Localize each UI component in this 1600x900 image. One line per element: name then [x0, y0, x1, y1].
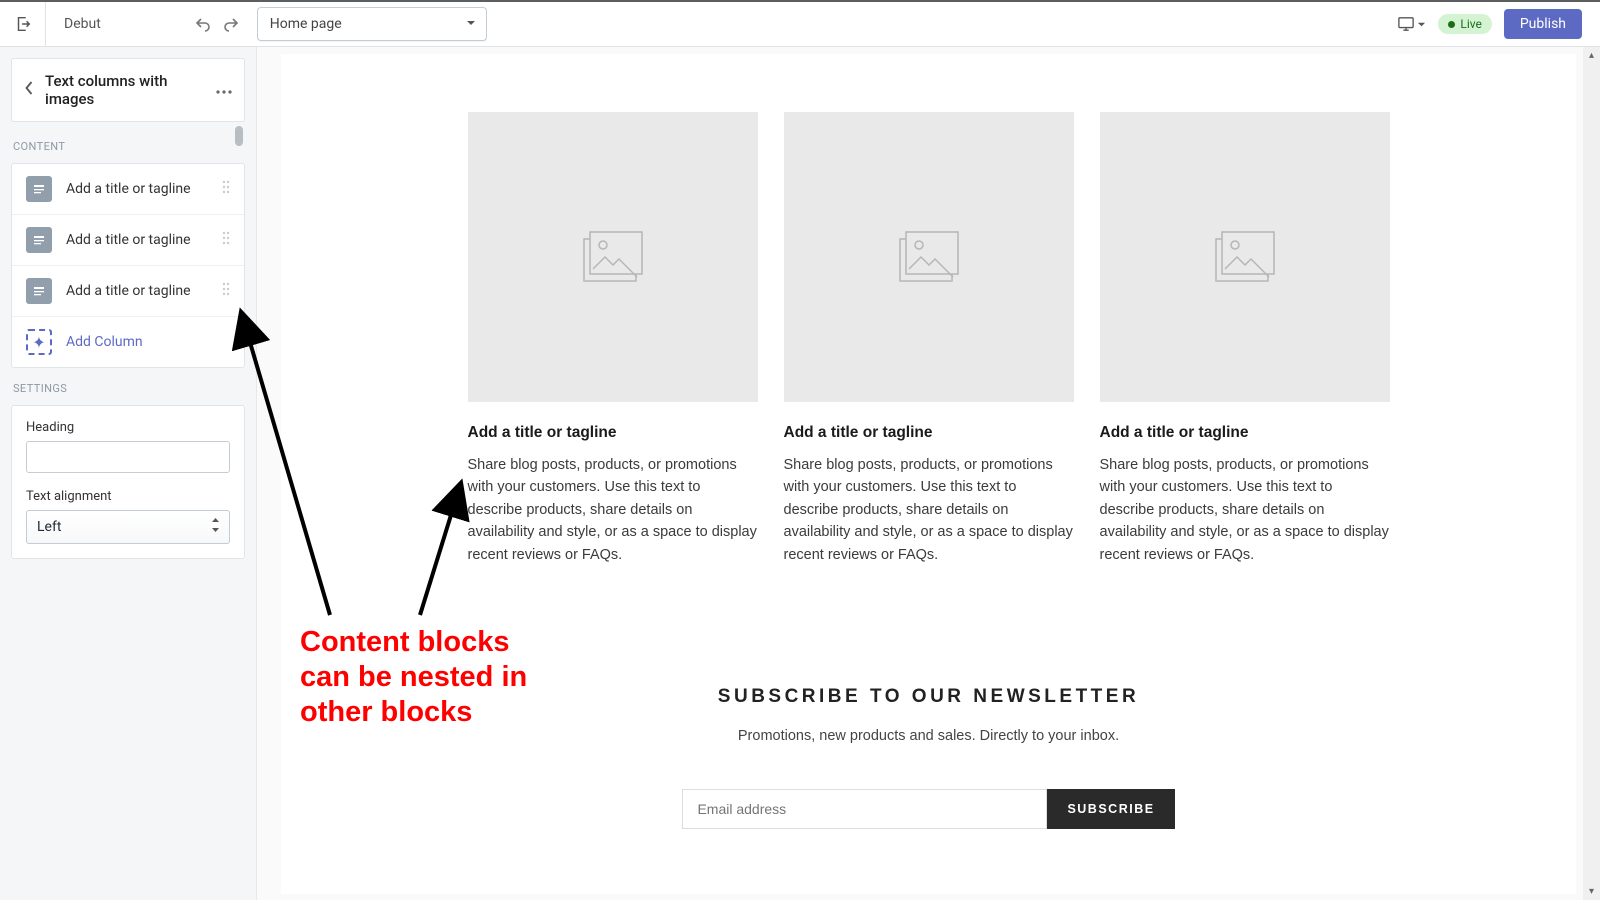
undo-button[interactable] — [189, 10, 217, 38]
column-title: Add a title or tagline — [784, 424, 1074, 442]
column-text: Share blog posts, products, or promotion… — [1100, 454, 1390, 566]
page-selector-label: Home page — [270, 16, 342, 32]
page-selector[interactable]: Home page — [257, 7, 487, 41]
drag-handle-icon[interactable] — [222, 180, 230, 198]
select-caret-icon — [211, 518, 220, 536]
scrollbar-thumb[interactable] — [235, 126, 243, 146]
content-block-label: Add a title or tagline — [66, 283, 191, 299]
add-column-button[interactable]: ✦ Add Column — [12, 317, 244, 367]
alignment-label: Text alignment — [26, 489, 230, 504]
email-field[interactable] — [682, 789, 1047, 829]
desktop-icon — [1397, 16, 1415, 32]
scroll-down-button[interactable]: ▾ — [1583, 883, 1600, 900]
content-group-label: CONTENT — [11, 126, 245, 163]
section-actions-button[interactable] — [216, 83, 232, 98]
heading-input[interactable] — [26, 441, 230, 473]
drag-handle-icon[interactable] — [222, 231, 230, 249]
section-header: Text columns with images — [11, 58, 245, 122]
exit-icon — [14, 15, 32, 33]
section-title: Text columns with images — [45, 72, 206, 108]
content-block-item[interactable]: Add a title or tagline — [12, 215, 244, 266]
redo-button[interactable] — [217, 10, 245, 38]
newsletter-form: SUBSCRIBE — [682, 789, 1174, 829]
content-block-list: Add a title or tagline Add a title or ta… — [11, 163, 245, 368]
column: Add a title or tagline Share blog posts,… — [468, 112, 758, 566]
content-block-item[interactable]: Add a title or tagline — [12, 164, 244, 215]
preview-scrollbar[interactable]: ▴ ▾ — [1583, 47, 1600, 900]
redo-icon — [221, 14, 241, 34]
content-block-label: Add a title or tagline — [66, 181, 191, 197]
image-placeholder-icon — [899, 231, 959, 283]
annotation-text: Content blocks can be nested in other bl… — [300, 625, 530, 729]
content-block-item[interactable]: Add a title or tagline — [12, 266, 244, 317]
chevron-left-icon — [24, 80, 35, 96]
sidebar-scrollbar[interactable] — [235, 126, 243, 889]
image-placeholder-icon — [583, 231, 643, 283]
text-columns-section: Add a title or tagline Share blog posts,… — [281, 54, 1576, 596]
image-placeholder-icon — [1215, 231, 1275, 283]
heading-label: Heading — [26, 420, 230, 435]
content-block-label: Add a title or tagline — [66, 232, 191, 248]
column: Add a title or tagline Share blog posts,… — [784, 112, 1074, 566]
alignment-select[interactable]: Left — [26, 510, 230, 544]
settings-panel: Heading Text alignment Left — [11, 405, 245, 559]
add-column-label: Add Column — [66, 334, 143, 350]
settings-group-label: SETTINGS — [11, 368, 245, 405]
image-placeholder — [1100, 112, 1390, 402]
image-placeholder — [784, 112, 1074, 402]
newsletter-subtitle: Promotions, new products and sales. Dire… — [321, 728, 1536, 744]
column-text: Share blog posts, products, or promotion… — [468, 454, 758, 566]
preview-frame: Add a title or tagline Share blog posts,… — [281, 54, 1576, 894]
alignment-value: Left — [37, 519, 61, 535]
undo-icon — [193, 14, 213, 34]
scroll-up-button[interactable]: ▴ — [1583, 47, 1600, 64]
text-block-icon — [26, 227, 52, 253]
image-placeholder — [468, 112, 758, 402]
preview-area: Add a title or tagline Share blog posts,… — [257, 47, 1600, 900]
exit-button[interactable] — [0, 2, 46, 47]
back-button[interactable] — [24, 80, 35, 100]
chevron-down-icon — [1417, 20, 1426, 29]
dots-horizontal-icon — [216, 90, 232, 94]
text-block-icon — [26, 278, 52, 304]
device-preview-toggle[interactable] — [1397, 16, 1426, 32]
status-badge-live: Live — [1438, 14, 1491, 34]
theme-name: Debut — [46, 16, 119, 32]
topbar: Debut Home page Live Publish — [0, 0, 1600, 47]
subscribe-button[interactable]: SUBSCRIBE — [1047, 789, 1174, 829]
publish-button[interactable]: Publish — [1504, 9, 1582, 39]
sidebar: Text columns with images CONTENT Add a t… — [0, 47, 257, 900]
column: Add a title or tagline Share blog posts,… — [1100, 112, 1390, 566]
column-title: Add a title or tagline — [468, 424, 758, 442]
column-title: Add a title or tagline — [1100, 424, 1390, 442]
drag-handle-icon[interactable] — [222, 282, 230, 300]
add-icon: ✦ — [26, 329, 52, 355]
column-text: Share blog posts, products, or promotion… — [784, 454, 1074, 566]
chevron-down-icon — [466, 16, 476, 32]
text-block-icon — [26, 176, 52, 202]
